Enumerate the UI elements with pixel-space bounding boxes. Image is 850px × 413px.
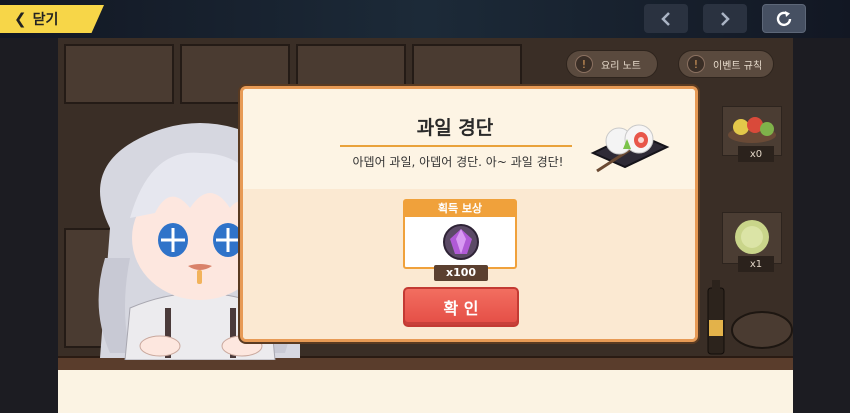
previous-button[interactable] <box>644 4 688 33</box>
chevron-right-icon <box>721 11 730 26</box>
right-edge <box>793 38 850 413</box>
reward-quantity: x100 <box>434 265 488 281</box>
refresh-button[interactable] <box>762 4 806 33</box>
ingredient-count: x0 <box>738 146 774 162</box>
ingredient-count: x1 <box>738 256 774 272</box>
bottom-panel <box>58 370 793 413</box>
info-icon: ! <box>575 55 593 73</box>
reward-dialog: 과일 경단 아뎁어 과일, 아뎁어 경단. 아~ 과일 경단! 획득 보상 x1… <box>240 86 698 342</box>
cabbage-icon <box>735 220 769 254</box>
chevron-left-icon <box>661 11 670 26</box>
cooking-note-button[interactable]: ! 요리 노트 <box>566 50 658 78</box>
reward-header: 획득 보상 <box>405 201 515 217</box>
fruit-dumpling-icon <box>590 124 670 173</box>
top-bar: ❮ 닫기 <box>0 0 850 38</box>
kitchen-props <box>707 280 793 355</box>
close-button[interactable]: ❮ 닫기 <box>0 5 104 33</box>
chevron-left-icon: ❮ <box>14 10 27 28</box>
dialog-title: 과일 경단 <box>416 117 494 139</box>
cooking-note-label: 요리 노트 <box>601 60 641 72</box>
refresh-icon <box>776 10 792 26</box>
purple-crystal-icon <box>443 224 479 260</box>
cabinet <box>64 44 174 104</box>
left-edge <box>0 38 58 413</box>
event-rules-label: 이벤트 규칙 <box>713 60 763 72</box>
next-button[interactable] <box>703 4 747 33</box>
reward-card: 획득 보상 <box>403 199 517 269</box>
dialog-description: 아뎁어 과일, 아뎁어 경단. 아~ 과일 경단! <box>352 155 564 169</box>
confirm-button[interactable]: 확 인 <box>403 287 519 327</box>
title-underline <box>340 145 572 147</box>
info-icon: ! <box>687 55 705 73</box>
game-screen: ! 요리 노트 ! 이벤트 규칙 x0 x1 ❮ 닫기 과일 경단 아뎁어 과일… <box>0 0 850 413</box>
close-label: 닫기 <box>32 12 59 28</box>
fruit-bowl-icon <box>728 117 776 143</box>
event-rules-button[interactable]: ! 이벤트 규칙 <box>678 50 774 78</box>
